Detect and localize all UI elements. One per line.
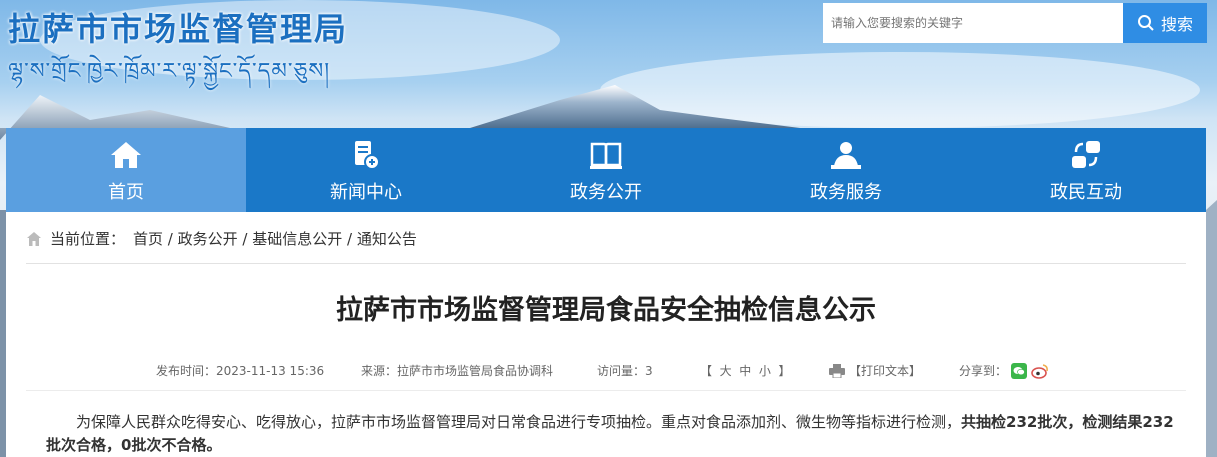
nav-label: 新闻中心	[330, 182, 402, 203]
weibo-share-icon[interactable]	[1031, 363, 1049, 379]
breadcrumb-link-notices[interactable]: 通知公告	[357, 228, 417, 249]
nav-item-home[interactable]: 首页	[6, 128, 246, 212]
search-input[interactable]	[831, 8, 1121, 38]
nav-item-gov-affairs[interactable]: 政务公开	[486, 128, 726, 212]
breadcrumb-separator: /	[163, 229, 178, 248]
article-source: 来源：拉萨市市场监管局食品协调科	[361, 364, 554, 378]
main-nav: 首页 新闻中心 政务公开 政务服务 政民互动	[6, 128, 1206, 212]
search-button-label: 搜索	[1160, 15, 1193, 34]
search-button[interactable]: 搜索	[1123, 3, 1207, 43]
breadcrumb-separator: /	[237, 229, 253, 248]
article-panel: 当前位置： 首页 / 政务公开 / 基础信息公开 / 通知公告 拉萨市市场监督管…	[6, 212, 1206, 457]
nav-label: 政务服务	[810, 182, 882, 203]
share-bar: 分享到：	[959, 362, 1049, 379]
publish-time: 发布时间：2023-11-13 15:36	[156, 364, 325, 378]
news-icon	[355, 141, 380, 170]
font-size-controls[interactable]: 【 大 中 小 】	[700, 362, 791, 379]
book-icon	[590, 142, 622, 169]
site-header: 拉萨市市场监督管理局 ལྷ་ས་གྲོང་ཁྱེར་ཁྲོམ་ར་ལྟ་སྐྱོ…	[0, 0, 1217, 128]
breadcrumb-prefix: 当前位置：	[50, 230, 126, 248]
breadcrumb-link-home[interactable]: 首页	[133, 228, 163, 249]
site-title: 拉萨市市场监督管理局	[8, 10, 349, 48]
article-body: 为保障人民群众吃得安心、吃得放心，拉萨市市场监督管理局对日常食品进行专项抽检。重…	[46, 411, 1176, 457]
breadcrumb-separator: /	[342, 229, 357, 248]
service-icon	[831, 142, 861, 169]
print-button[interactable]: 【打印文本】	[829, 362, 921, 379]
article-title: 拉萨市市场监督管理局食品安全抽检信息公示	[336, 295, 876, 326]
view-count: 访问量：3	[597, 364, 653, 378]
interaction-icon	[1072, 141, 1100, 168]
share-label: 分享到：	[959, 364, 1008, 378]
divider	[26, 263, 1186, 264]
nav-label: 政务公开	[570, 182, 642, 203]
search-box	[823, 3, 1123, 43]
search-icon	[1137, 15, 1154, 31]
meta-divider	[26, 390, 1186, 391]
breadcrumb-link-gov-affairs[interactable]: 政务公开	[178, 228, 238, 249]
nav-item-gov-services[interactable]: 政务服务	[726, 128, 966, 212]
site-subtitle-tibetan: ལྷ་ས་གྲོང་ཁྱེར་ཁྲོམ་ར་ལྟ་སྐྱོང་དོ་དམ་ཅུས…	[8, 59, 331, 84]
print-label: 【打印文本】	[849, 364, 922, 378]
nav-label: 政民互动	[1050, 182, 1122, 203]
printer-icon	[829, 363, 845, 378]
nav-item-news[interactable]: 新闻中心	[246, 128, 486, 212]
breadcrumb: 当前位置： 首页 / 政务公开 / 基础信息公开 / 通知公告	[26, 228, 417, 249]
body-text-plain: 为保障人民群众吃得安心、吃得放心，拉萨市市场监督管理局对日常食品进行专项抽检。重…	[76, 413, 962, 431]
breadcrumb-link-basic-info[interactable]: 基础信息公开	[252, 228, 342, 249]
breadcrumb-home-icon	[27, 231, 41, 246]
wechat-share-icon[interactable]	[1011, 362, 1028, 379]
nav-item-interaction[interactable]: 政民互动	[966, 128, 1206, 212]
nav-label: 首页	[108, 182, 144, 203]
home-icon	[111, 142, 141, 168]
